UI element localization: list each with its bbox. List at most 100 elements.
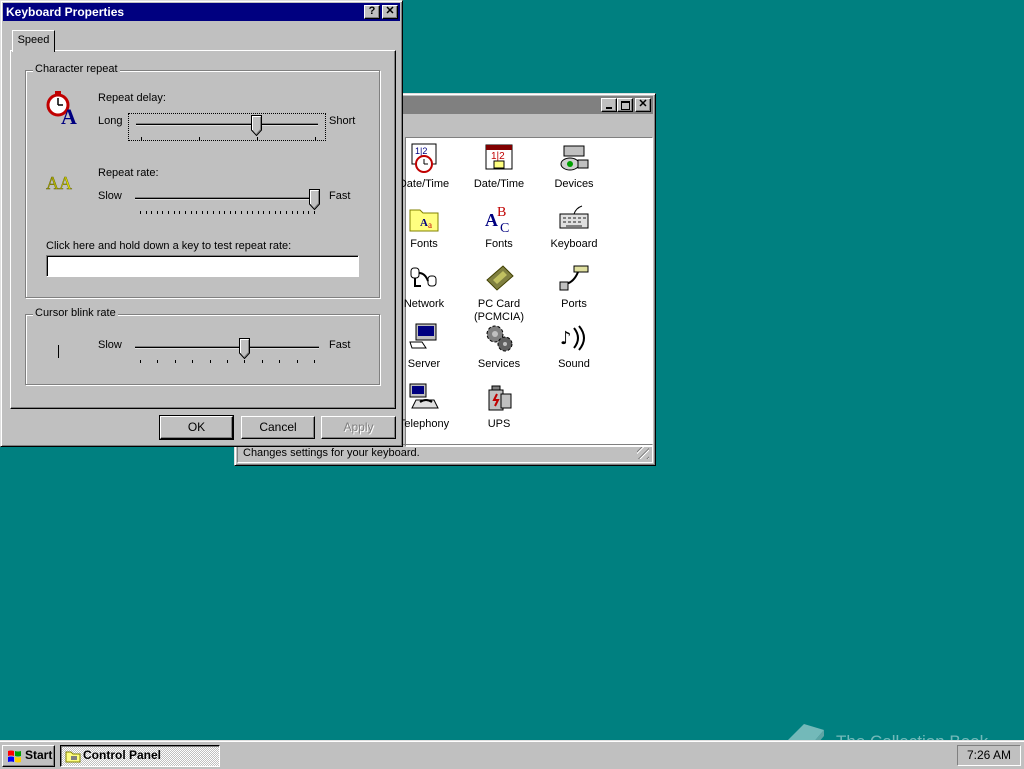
ok-button[interactable]: OK [159, 415, 234, 440]
clock[interactable]: 7:26 AM [967, 748, 1011, 762]
repeat-delay-slider[interactable] [128, 113, 326, 141]
taskbar: Start Control Panel 7:26 AM [0, 740, 1024, 769]
item-label: Date/Time [473, 178, 525, 190]
slider-track [135, 197, 319, 199]
svg-text:A: A [420, 217, 428, 229]
slider-tick [202, 211, 203, 214]
maximize-button[interactable] [617, 98, 633, 112]
rate-slow-label: Slow [98, 190, 122, 202]
cursor-blink-slider[interactable] [128, 337, 326, 365]
close-icon: ✕ [638, 98, 648, 110]
slider-tick [151, 211, 152, 214]
slider-tick [280, 211, 281, 214]
services-icon [483, 322, 515, 354]
slider-ticks [140, 211, 315, 215]
svg-text:♪: ♪ [560, 328, 572, 349]
slider-tick [308, 211, 309, 214]
slider-tick [241, 211, 242, 214]
svg-text:A: A [46, 173, 59, 193]
slider-tick [257, 137, 258, 140]
slider-tick [297, 211, 298, 214]
slider-tick [279, 360, 280, 363]
control-panel-item[interactable]: Services [461, 322, 537, 371]
help-icon: ? [368, 5, 376, 17]
slider-tick [199, 137, 200, 140]
keyboard-properties-dialog[interactable]: Keyboard Properties ? ✕ Speed Character … [0, 0, 403, 447]
slider-tick [140, 211, 141, 214]
slider-tick [191, 211, 192, 214]
svg-text:B: B [497, 205, 506, 220]
minimize-button[interactable] [601, 98, 617, 112]
control-panel-item[interactable]: ♪ Sound [536, 322, 612, 371]
start-label: Start [25, 748, 53, 762]
ups-icon [483, 382, 515, 414]
slider-tick [303, 211, 304, 214]
start-button[interactable]: Start [2, 745, 55, 767]
slider-thumb[interactable] [309, 189, 320, 210]
cancel-button[interactable]: Cancel [241, 416, 315, 439]
text-cursor-icon [58, 345, 59, 358]
tab-speed[interactable]: Speed [12, 30, 55, 52]
control-panel-item[interactable]: Devices [536, 142, 612, 191]
slider-thumb[interactable] [239, 338, 250, 359]
svg-text:A: A [61, 104, 77, 126]
close-icon: ✕ [385, 5, 395, 17]
svg-text:A: A [59, 173, 72, 193]
svg-text:1|2: 1|2 [415, 146, 427, 156]
control-panel-item[interactable]: A B C Fonts [461, 202, 537, 251]
fonts-abc-icon: ABC [483, 202, 515, 236]
slider-tick [196, 211, 197, 214]
sound-icon: ♪ [558, 322, 590, 354]
dialog-close-button[interactable]: ✕ [382, 5, 398, 19]
item-label: Ports [561, 298, 587, 310]
minimize-icon [606, 107, 612, 109]
devices-icon [558, 142, 590, 174]
dialog-titlebar[interactable]: Keyboard Properties ? ✕ [3, 3, 400, 21]
blink-fast-label: Fast [329, 339, 351, 351]
slider-tick [210, 360, 211, 363]
item-label: Sound [558, 358, 590, 370]
apply-button[interactable]: Apply [321, 416, 396, 439]
server-icon [408, 322, 440, 354]
test-field-label: Click here and hold down a key to test r… [46, 240, 292, 252]
slider-tick [207, 211, 208, 214]
close-button[interactable]: ✕ [635, 98, 651, 112]
ports-icon [558, 262, 590, 294]
control-panel-item[interactable]: UPS [461, 382, 537, 431]
slider-tick [314, 360, 315, 363]
slider-tick [314, 211, 315, 214]
slider-tick [263, 211, 264, 214]
slider-ticks [141, 137, 316, 141]
slider-tick [140, 360, 141, 363]
pc-card-icon [483, 262, 515, 294]
status-text: Changes settings for your keyboard. [243, 447, 420, 459]
help-button[interactable]: ? [364, 5, 380, 19]
control-panel-item[interactable]: 1|2 Date/Time [461, 142, 537, 191]
slider-tick [185, 211, 186, 214]
slider-track [136, 123, 318, 125]
windows-logo-icon [8, 750, 21, 763]
slider-tick [235, 211, 236, 214]
test-repeat-field[interactable] [46, 255, 359, 277]
slider-tick [146, 211, 147, 214]
slider-tick [269, 211, 270, 214]
control-panel-item[interactable]: Ports [536, 262, 612, 311]
item-label: PC Card (PCMCIA) [473, 298, 525, 323]
svg-text:a: a [428, 220, 432, 230]
calendar-icon: 1|2 [483, 142, 515, 174]
slider-tick [275, 211, 276, 214]
repeat-rate-label: Repeat rate: [98, 167, 159, 179]
slider-tick [258, 211, 259, 214]
control-panel-item[interactable]: PC Card (PCMCIA) [461, 262, 537, 324]
slider-tick [224, 211, 225, 214]
repeat-rate-icon: A A [46, 173, 72, 193]
taskbar-button-control-panel[interactable]: Control Panel [60, 745, 220, 767]
slider-track [135, 346, 319, 348]
slider-thumb[interactable] [251, 115, 262, 136]
repeat-rate-slider[interactable] [128, 188, 326, 216]
control-panel-item[interactable]: Keyboard [536, 202, 612, 251]
resize-grip-icon[interactable] [637, 447, 649, 459]
slider-tick [141, 137, 142, 140]
group-label: Character repeat [33, 63, 120, 75]
item-label: Fonts [485, 238, 513, 250]
